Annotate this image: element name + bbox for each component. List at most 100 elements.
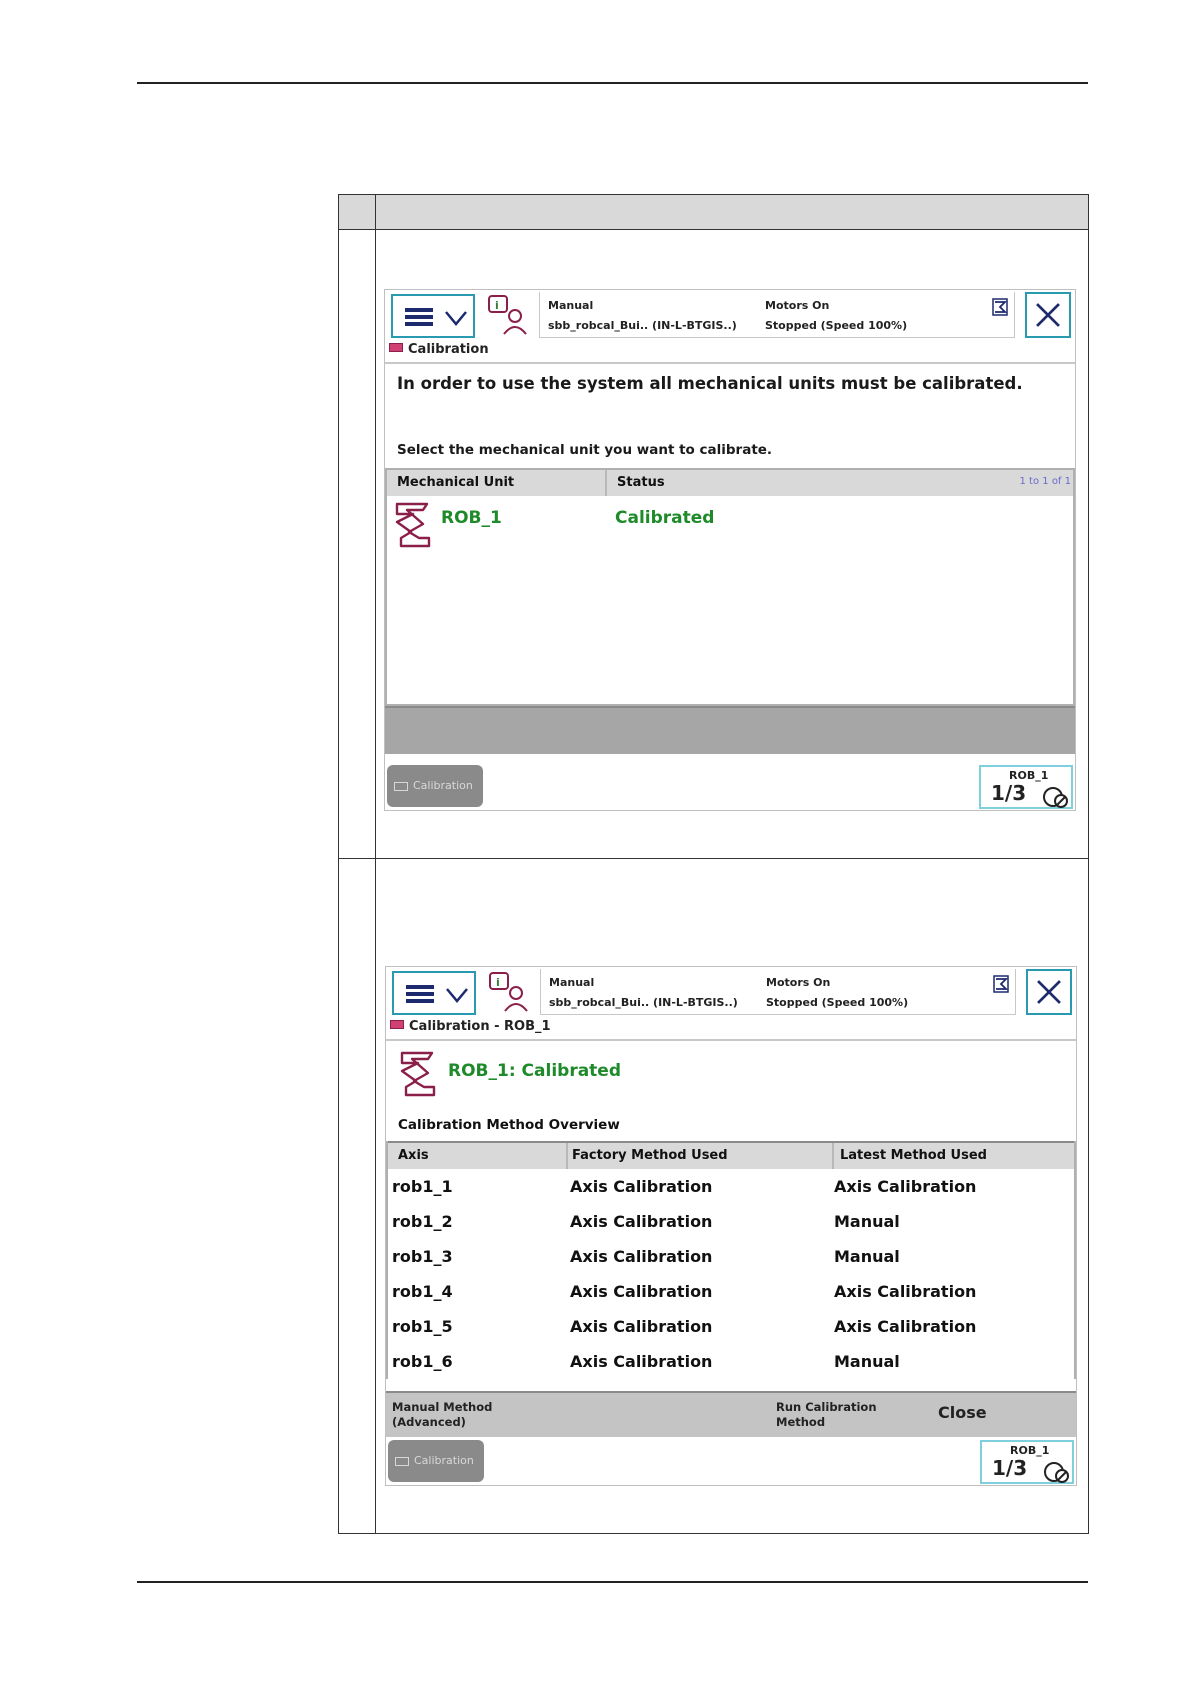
calibration-icon [390, 1020, 404, 1029]
table-row[interactable]: rob1_4 Axis Calibration Axis Calibration [388, 1276, 1074, 1308]
column-separator [605, 470, 607, 496]
latest-method-cell: Axis Calibration [834, 1177, 977, 1196]
robot-arm-icon [400, 1051, 436, 1097]
system-name: sbb_robcal_Bui.. (IN-L-BTGIS..) [549, 996, 738, 1009]
system-name: sbb_robcal_Bui.. (IN-L-BTGIS..) [548, 319, 737, 332]
event-log-icon[interactable]: i [488, 971, 528, 1013]
column-latest-method[interactable]: Latest Method Used [840, 1148, 987, 1163]
latest-method-cell: Axis Calibration [834, 1282, 977, 1301]
intro-text: In order to use the system all mechanica… [397, 374, 1023, 393]
factory-method-cell: Axis Calibration [570, 1317, 713, 1336]
column-mechanical-unit[interactable]: Mechanical Unit [397, 475, 514, 490]
jog-icon [1044, 1462, 1069, 1483]
calibration-icon [394, 782, 408, 791]
operating-mode: Manual [548, 299, 594, 312]
calibration-icon [389, 343, 403, 352]
close-button[interactable]: Close [938, 1405, 987, 1421]
operating-mode: Manual [549, 976, 595, 989]
top-bar: i Manual sbb_robcal_Bui.. (IN-L-BTGIS..)… [385, 290, 1075, 340]
list-header: Mechanical Unit Status 1 to 1 of 1 [387, 468, 1073, 496]
page-footer-rule [137, 1581, 1088, 1583]
status-bar: Manual sbb_robcal_Bui.. (IN-L-BTGIS..) M… [539, 292, 1015, 338]
motor-state: Motors On [766, 976, 831, 989]
latest-method-cell: Manual [834, 1247, 900, 1266]
window-title-text: Calibration [408, 342, 489, 357]
top-bar: i Manual sbb_robcal_Bui.. (IN-L-BTGIS..)… [386, 967, 1076, 1017]
column-separator [832, 1143, 834, 1169]
jog-status-box[interactable]: ROB_1 1/3 [980, 1440, 1074, 1484]
latest-method-cell: Manual [834, 1352, 900, 1371]
table-row[interactable]: rob1_1 Axis Calibration Axis Calibration [388, 1171, 1074, 1203]
title-divider [386, 1039, 1076, 1041]
menu-icon [405, 308, 433, 326]
latest-method-cell: Axis Calibration [834, 1317, 977, 1336]
window-title: Calibration - ROB_1 [390, 1019, 551, 1037]
taskbar-label: Calibration [414, 1454, 474, 1467]
event-log-icon[interactable]: i [487, 294, 527, 336]
factory-method-cell: Axis Calibration [570, 1247, 713, 1266]
unit-name: ROB_1 [441, 508, 502, 528]
unit-status: Calibrated [615, 508, 715, 528]
close-icon[interactable] [1026, 969, 1072, 1015]
axis-cell: rob1_2 [392, 1212, 453, 1231]
chevron-down-icon [445, 311, 467, 326]
calibration-method-table: Axis Factory Method Used Latest Method U… [386, 1141, 1076, 1379]
column-axis[interactable]: Axis [398, 1148, 429, 1163]
column-factory-method[interactable]: Factory Method Used [572, 1148, 728, 1163]
factory-method-cell: Axis Calibration [570, 1177, 713, 1196]
robot-arm-icon [395, 502, 431, 548]
status-bar: Manual sbb_robcal_Bui.. (IN-L-BTGIS..) M… [540, 969, 1016, 1015]
run-calibration-method-button[interactable]: Run Calibration Method [776, 1400, 877, 1430]
taskbar-calibration-button[interactable]: Calibration [388, 1440, 484, 1482]
axis-cell: rob1_5 [392, 1317, 453, 1336]
quickset-icon[interactable] [993, 975, 1009, 993]
table-row[interactable]: rob1_6 Axis Calibration Manual [388, 1346, 1074, 1378]
factory-method-cell: Axis Calibration [570, 1212, 713, 1231]
chevron-down-icon [446, 988, 468, 1003]
main-menu-button[interactable] [391, 294, 475, 338]
latest-method-cell: Manual [834, 1212, 900, 1231]
main-menu-button[interactable] [392, 971, 476, 1015]
paging-indicator: 1 to 1 of 1 [1019, 476, 1071, 487]
table-row[interactable]: rob1_2 Axis Calibration Manual [388, 1206, 1074, 1238]
speed-fraction: 1/3 [992, 1456, 1028, 1480]
window-title-text: Calibration - ROB_1 [409, 1019, 551, 1034]
jog-status-box[interactable]: ROB_1 1/3 [979, 765, 1073, 809]
axis-cell: rob1_6 [392, 1352, 453, 1371]
jog-icon [1043, 787, 1068, 808]
step-table-header [339, 195, 1088, 230]
speed-fraction: 1/3 [991, 781, 1027, 805]
instruction-text: Select the mechanical unit you want to c… [397, 442, 773, 458]
title-divider [385, 362, 1075, 364]
flexpendant-screen-unit-list: i Manual sbb_robcal_Bui.. (IN-L-BTGIS..)… [384, 289, 1076, 811]
factory-method-cell: Axis Calibration [570, 1352, 713, 1371]
taskbar: Calibration ROB_1 1/3 [386, 1437, 1076, 1485]
command-bar: Manual Method (Advanced) Run Calibration… [386, 1391, 1076, 1437]
calibration-icon [395, 1457, 409, 1466]
flexpendant-screen-calibration-overview: i Manual sbb_robcal_Bui.. (IN-L-BTGIS..)… [385, 966, 1077, 1486]
close-icon[interactable] [1025, 292, 1071, 338]
axis-cell: rob1_1 [392, 1177, 453, 1196]
manual-method-button[interactable]: Manual Method (Advanced) [392, 1400, 492, 1430]
table-header: Axis Factory Method Used Latest Method U… [388, 1141, 1074, 1169]
run-calibration-label-line1: Run Calibration [776, 1400, 877, 1414]
axis-cell: rob1_3 [392, 1247, 453, 1266]
window-title: Calibration [389, 342, 489, 360]
program-state: Stopped (Speed 100%) [765, 319, 908, 332]
taskbar-label: Calibration [413, 779, 473, 792]
taskbar-calibration-button[interactable]: Calibration [387, 765, 483, 807]
program-state: Stopped (Speed 100%) [766, 996, 909, 1009]
quickset-icon[interactable] [992, 298, 1008, 316]
svg-text:i: i [496, 976, 500, 989]
factory-method-cell: Axis Calibration [570, 1282, 713, 1301]
column-separator [566, 1143, 568, 1169]
manual-method-label-line1: Manual Method [392, 1400, 493, 1414]
table-row[interactable]: rob1_3 Axis Calibration Manual [388, 1241, 1074, 1273]
menu-icon [406, 985, 434, 1003]
motor-state: Motors On [765, 299, 830, 312]
table-row[interactable]: rob1_5 Axis Calibration Axis Calibration [388, 1311, 1074, 1343]
page-header-rule [137, 82, 1088, 84]
run-calibration-label-line2: Method [776, 1415, 826, 1429]
column-status[interactable]: Status [617, 475, 665, 490]
mechanical-unit-list: Mechanical Unit Status 1 to 1 of 1 ROB_1… [385, 468, 1075, 706]
